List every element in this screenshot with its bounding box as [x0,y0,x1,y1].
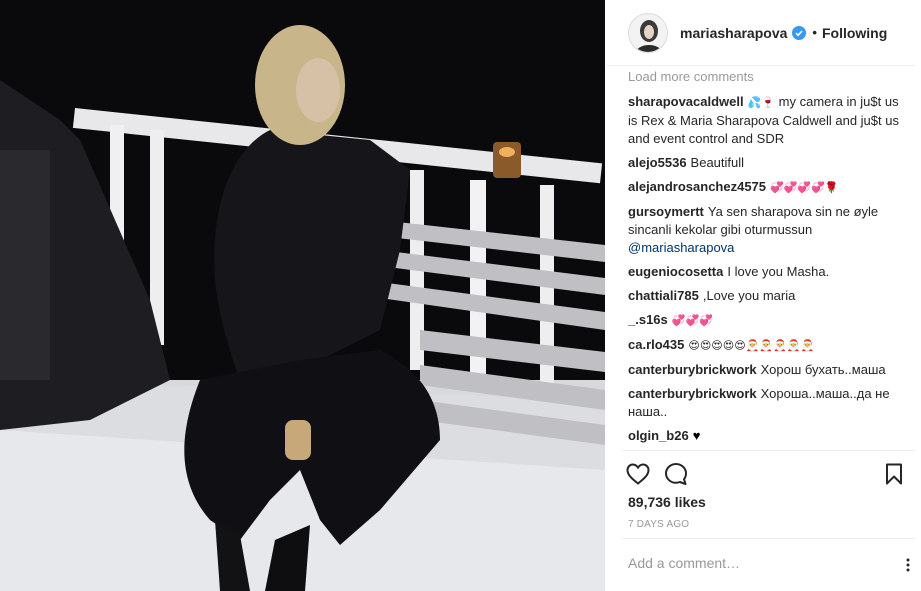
comment-item: canterburybrickwork Хорош бухать..маша [628,361,900,379]
comment-text: ,Love you maria [702,288,796,303]
comment-text: I love you Masha. [727,264,830,279]
add-comment-input[interactable] [628,555,918,571]
comment-item: alejandrosanchez4575 💞💞💞💞🌹 [628,178,900,197]
comment-item: alejo5536 Beautifull [628,154,900,172]
comment-text: 💞💞💞 [671,314,713,327]
comment-item: eugeniocosetta I love you Masha. [628,263,900,281]
add-comment-divider [622,538,915,539]
avatar[interactable] [628,12,668,53]
following-button[interactable]: Following [822,25,887,41]
load-more-comments-link[interactable]: Load more comments [628,69,900,93]
comment-item: _.s16s 💞💞💞 [628,311,900,330]
comment-emoji: 💦🍷 [747,96,776,109]
comment-text: Beautifull [690,155,745,170]
comment-item: ca.rlo435 😍😍😍😍😍🎅🎅🎅🎅🎅 [628,336,900,355]
post-photo[interactable] [0,0,605,591]
post-username[interactable]: mariasharapova [680,25,787,41]
comment-username[interactable]: sharapovacaldwell [628,94,744,109]
avatar-image-icon [629,13,667,52]
comment-username[interactable]: alejandrosanchez4575 [628,179,766,194]
header-separator: • [812,25,817,40]
comment-text: ♥ [692,428,701,443]
comment-username[interactable]: chattiali785 [628,288,699,303]
photo-of-woman-on-porch [0,0,605,591]
post-header: mariasharapova • Following [606,0,915,66]
comment-username[interactable]: alejo5536 [628,155,687,170]
post-sidebar: mariasharapova • Following Load more com… [606,0,921,591]
comment-username[interactable]: ca.rlo435 [628,337,684,352]
comment-username[interactable]: olgin_b26 [628,428,689,443]
comment-text: Хорош бухать..маша [760,362,886,377]
like-button[interactable] [624,460,652,488]
actions-divider [622,450,915,451]
comment-username[interactable]: canterburybrickwork [628,386,757,401]
comment-item: sharapovacaldwell 💦🍷 my camera in ju$t us… [628,93,900,148]
comment-username[interactable]: _.s16s [628,312,668,327]
heart-outline-icon [626,463,650,485]
comment-username[interactable]: gursoymertt [628,204,704,219]
comment-item: chattiali785 ,Love you maria [628,287,900,305]
comment-username[interactable]: eugeniocosetta [628,264,723,279]
comment-mention-link[interactable]: @mariasharapova [628,240,734,255]
bookmark-icon [886,463,902,485]
post-actions [624,460,908,488]
comment-item: olgin_b26 ♥ [628,427,900,445]
comment-username[interactable]: canterburybrickwork [628,362,757,377]
comment-text: 😍😍😍😍😍🎅🎅🎅🎅🎅 [688,339,815,352]
likes-count[interactable]: 89,736 likes [628,494,706,510]
comment-item: gursoymertt Ya sen sharapova sin ne øyle … [628,203,900,257]
instagram-post: mariasharapova • Following Load more com… [0,0,921,591]
verified-badge-icon [792,25,807,40]
comment-item: canterburybrickwork Хороша..маша..да не н… [628,385,900,421]
post-timestamp[interactable]: 7 DAYS AGO [628,519,689,530]
comments-list: Load more comments sharapovacaldwell 💦🍷 m… [628,69,900,451]
save-button[interactable] [880,460,908,488]
comment-bubble-icon [665,463,687,485]
comment-button[interactable] [662,460,690,488]
comment-text: 💞💞💞💞🌹 [770,181,839,194]
more-options-icon[interactable] [902,558,914,572]
